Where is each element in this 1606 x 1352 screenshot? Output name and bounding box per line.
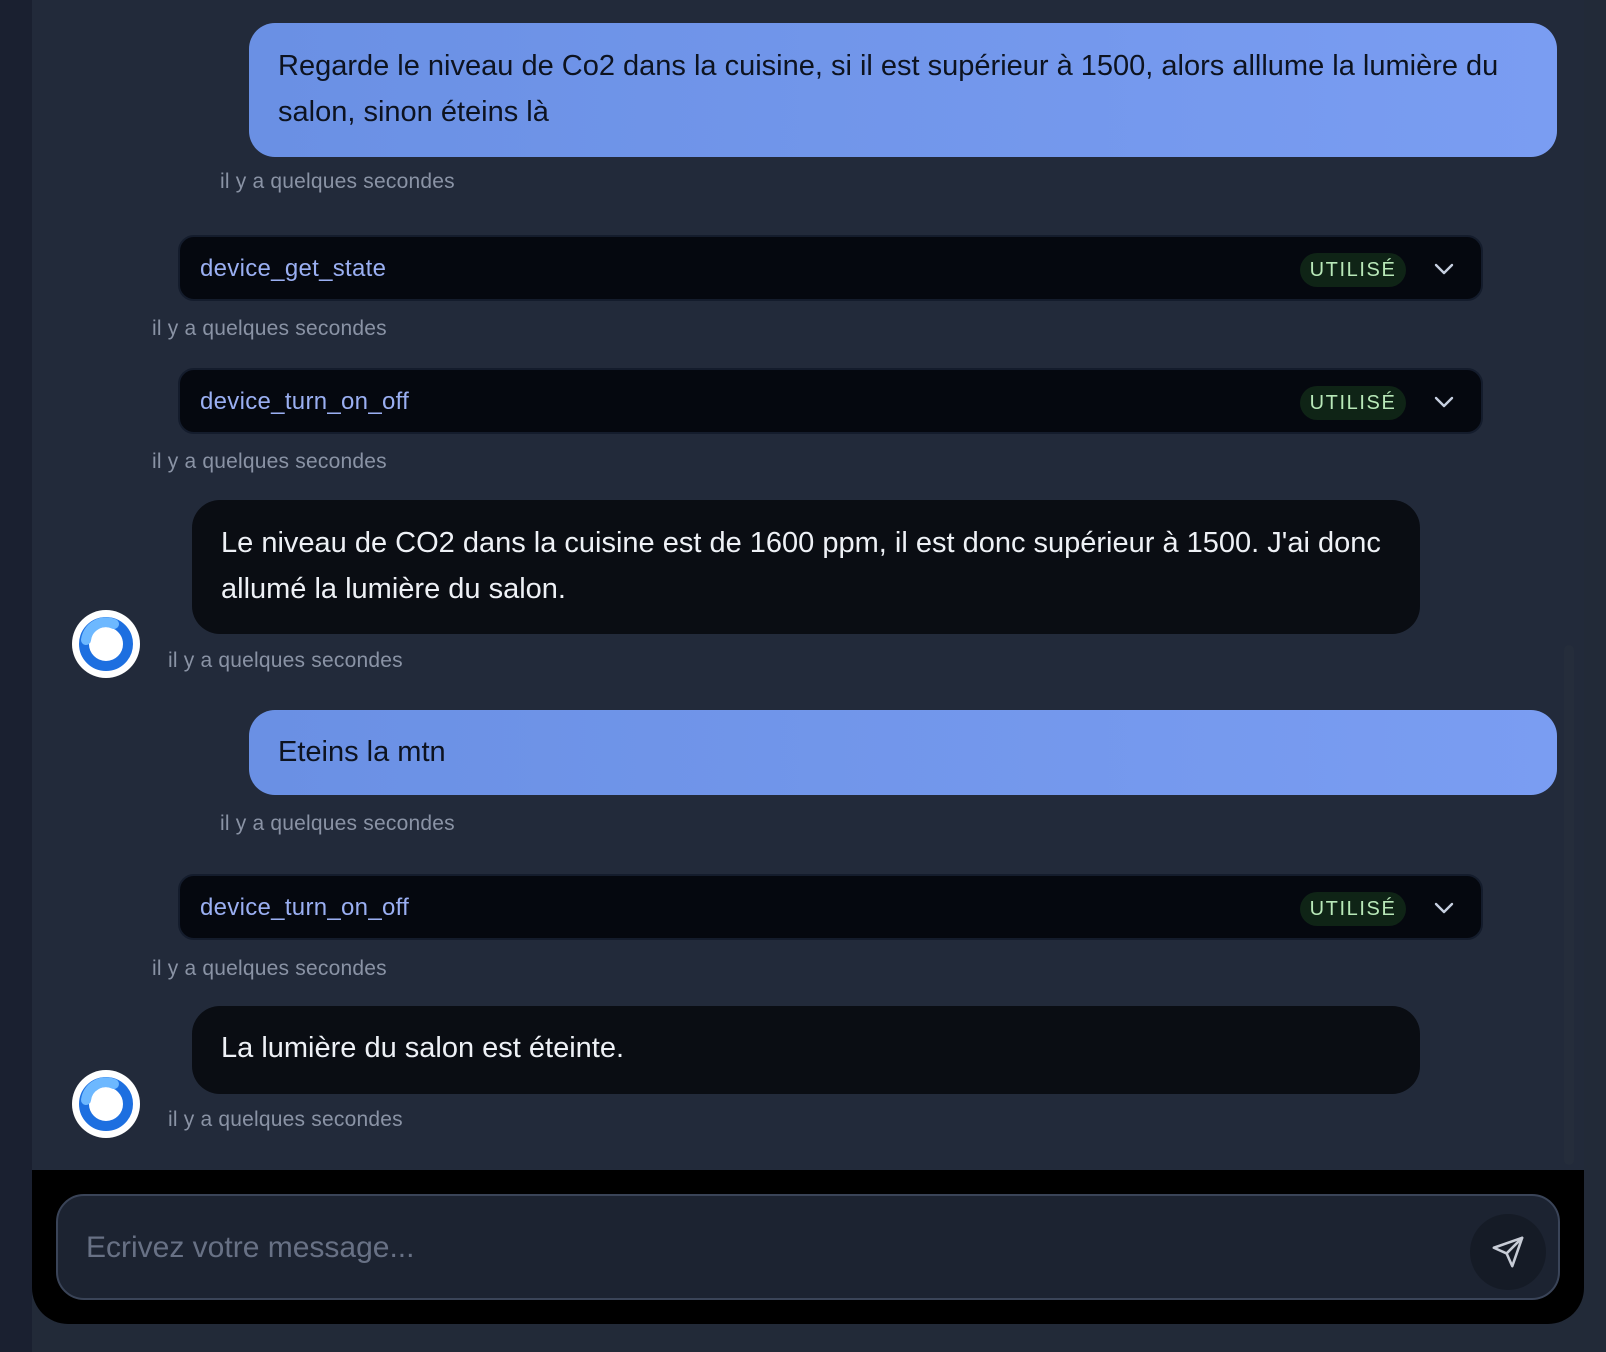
user-message-text: Regarde le niveau de Co2 dans la cuisine… — [278, 50, 1499, 128]
assistant-logo-icon — [79, 1077, 133, 1131]
assistant-logo-icon — [79, 617, 133, 671]
tool-call-card[interactable]: device_turn_on_off UTILISÉ — [178, 368, 1483, 434]
message-timestamp: il y a quelques secondes — [220, 170, 455, 193]
tool-status-badge: UTILISÉ — [1300, 253, 1406, 287]
user-message: Eteins la mtn — [249, 710, 1557, 795]
message-timestamp: il y a quelques secondes — [220, 812, 455, 835]
message-timestamp: il y a quelques secondes — [168, 1108, 403, 1131]
scrollbar[interactable] — [1564, 645, 1574, 1165]
tool-status-badge: UTILISÉ — [1300, 386, 1406, 420]
chat-thread[interactable]: Regarde le niveau de Co2 dans la cuisine… — [32, 0, 1584, 1170]
tool-call-name: device_turn_on_off — [200, 388, 410, 415]
tool-call-name: device_get_state — [200, 255, 387, 282]
send-button[interactable] — [1470, 1214, 1546, 1290]
left-edge — [0, 0, 32, 1352]
tool-call-card[interactable]: device_turn_on_off UTILISÉ — [178, 874, 1483, 940]
assistant-message: La lumière du salon est éteinte. — [192, 1006, 1420, 1094]
tool-call-card[interactable]: device_get_state UTILISÉ — [178, 235, 1483, 301]
tool-call-name: device_turn_on_off — [200, 894, 410, 921]
chat-page: Regarde le niveau de Co2 dans la cuisine… — [0, 0, 1606, 1352]
send-icon — [1492, 1236, 1524, 1268]
assistant-avatar — [72, 1070, 140, 1138]
assistant-message-text: Le niveau de CO2 dans la cuisine est de … — [221, 527, 1381, 605]
user-message: Regarde le niveau de Co2 dans la cuisine… — [249, 23, 1557, 157]
assistant-avatar — [72, 610, 140, 678]
chevron-down-icon[interactable] — [1430, 388, 1458, 416]
message-timestamp: il y a quelques secondes — [152, 317, 387, 340]
assistant-message: Le niveau de CO2 dans la cuisine est de … — [192, 500, 1420, 634]
tool-status-badge: UTILISÉ — [1300, 892, 1406, 926]
message-timestamp: il y a quelques secondes — [168, 649, 403, 672]
chevron-down-icon[interactable] — [1430, 255, 1458, 283]
chevron-down-icon[interactable] — [1430, 894, 1458, 922]
assistant-message-text: La lumière du salon est éteinte. — [221, 1032, 625, 1064]
user-message-text: Eteins la mtn — [278, 736, 446, 768]
message-input[interactable] — [86, 1222, 1426, 1274]
message-timestamp: il y a quelques secondes — [152, 957, 387, 980]
message-composer[interactable] — [56, 1194, 1560, 1300]
message-timestamp: il y a quelques secondes — [152, 450, 387, 473]
